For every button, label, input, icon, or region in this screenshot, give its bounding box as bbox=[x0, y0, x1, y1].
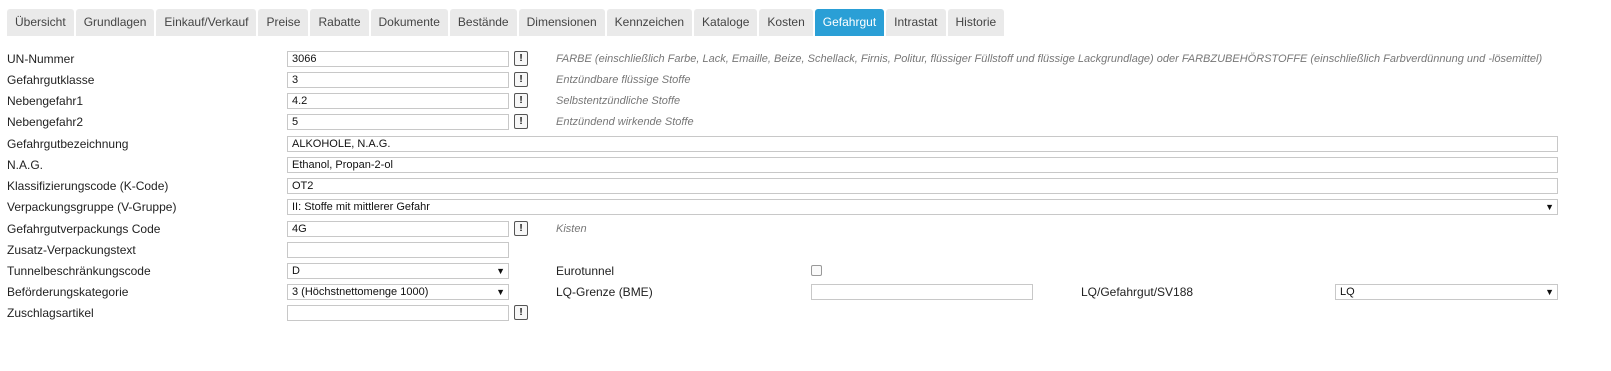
un-nummer-field[interactable]: 3066 bbox=[287, 51, 509, 67]
kcode-field[interactable]: OT2 bbox=[287, 178, 1558, 194]
verpackungscode-description: Kisten bbox=[556, 223, 587, 235]
vgruppe-select-value: II: Stoffe mit mittlerer Gefahr bbox=[292, 201, 430, 213]
tab-dimensionen[interactable]: Dimensionen bbox=[518, 9, 605, 36]
eurotunnel-label: Eurotunnel bbox=[556, 264, 615, 278]
chevron-down-icon: ▼ bbox=[496, 266, 505, 276]
un-nummer-label: UN-Nummer bbox=[7, 52, 75, 66]
lq-sv188-label: LQ/Gefahrgut/SV188 bbox=[1081, 285, 1194, 299]
tab-kosten[interactable]: Kosten bbox=[759, 9, 813, 36]
zuschlagsartikel-field[interactable] bbox=[287, 305, 509, 321]
tab-dokumente[interactable]: Dokumente bbox=[370, 9, 448, 36]
tab-historie[interactable]: Historie bbox=[947, 9, 1005, 36]
gefahrgutklasse-description: Entzündbare flüssige Stoffe bbox=[556, 74, 691, 86]
nebengefahr1-label: Nebengefahr1 bbox=[7, 94, 84, 108]
befoerderung-label: Beförderungskategorie bbox=[7, 285, 129, 299]
tab-preise[interactable]: Preise bbox=[258, 9, 309, 36]
tab-kataloge[interactable]: Kataloge bbox=[694, 9, 758, 36]
nebengefahr2-description: Entzündend wirkende Stoffe bbox=[556, 116, 694, 128]
tab-rabatte[interactable]: Rabatte bbox=[310, 9, 369, 36]
vgruppe-label: Verpackungsgruppe (V-Gruppe) bbox=[7, 200, 177, 214]
un-nummer-description: FARBE (einschließlich Farbe, Lack, Email… bbox=[556, 53, 1543, 65]
tab-gefahrgut[interactable]: Gefahrgut bbox=[814, 9, 885, 36]
zusatztext-label: Zusatz-Verpackungstext bbox=[7, 243, 136, 257]
vgruppe-select[interactable]: II: Stoffe mit mittlerer Gefahr ▼ bbox=[287, 199, 1558, 215]
lq-grenze-field[interactable] bbox=[811, 284, 1033, 300]
chevron-down-icon: ▼ bbox=[1545, 202, 1554, 212]
nag-field[interactable]: Ethanol, Propan-2-ol bbox=[287, 157, 1558, 173]
tab-kennzeichen[interactable]: Kennzeichen bbox=[606, 9, 693, 36]
tab-grundlagen[interactable]: Grundlagen bbox=[75, 9, 155, 36]
zuschlagsartikel-label: Zuschlagsartikel bbox=[7, 306, 94, 320]
tab-bestände[interactable]: Bestände bbox=[449, 9, 517, 36]
tunnel-select[interactable]: D ▼ bbox=[287, 263, 509, 279]
nebengefahr2-label: Nebengefahr2 bbox=[7, 115, 84, 129]
nebengefahr2-field[interactable]: 5 bbox=[287, 114, 509, 130]
tab-bar: Übersicht Grundlagen Einkauf/Verkauf Preise… bbox=[7, 9, 1006, 36]
tab-übersicht[interactable]: Übersicht bbox=[7, 9, 74, 36]
verpackungscode-label: Gefahrgutverpackungs Code bbox=[7, 222, 161, 236]
nebengefahr1-info-button[interactable]: ! bbox=[514, 93, 528, 108]
lq-grenze-label: LQ-Grenze (BME) bbox=[556, 285, 653, 299]
zusatztext-field[interactable] bbox=[287, 242, 509, 258]
chevron-down-icon: ▼ bbox=[496, 287, 505, 297]
gefahrgutbezeichnung-field[interactable]: ALKOHOLE, N.A.G. bbox=[287, 136, 1558, 152]
gefahrgutklasse-label: Gefahrgutklasse bbox=[7, 73, 95, 87]
chevron-down-icon: ▼ bbox=[1545, 287, 1554, 297]
tunnel-label: Tunnelbeschränkungscode bbox=[7, 264, 151, 278]
tab-intrastat[interactable]: Intrastat bbox=[886, 9, 946, 36]
gefahrgutbezeichnung-label: Gefahrgutbezeichnung bbox=[7, 137, 129, 151]
gefahrgutklasse-field[interactable]: 3 bbox=[287, 72, 509, 88]
gefahrgutklasse-info-button[interactable]: ! bbox=[514, 72, 528, 87]
lq-sv188-select-value: LQ bbox=[1340, 286, 1355, 298]
nag-label: N.A.G. bbox=[7, 158, 44, 172]
nebengefahr1-description: Selbstentzündliche Stoffe bbox=[556, 95, 681, 107]
verpackungscode-field[interactable]: 4G bbox=[287, 221, 509, 237]
eurotunnel-checkbox[interactable] bbox=[811, 265, 822, 276]
kcode-label: Klassifizierungscode (K-Code) bbox=[7, 179, 169, 193]
lq-sv188-select[interactable]: LQ ▼ bbox=[1335, 284, 1558, 300]
befoerderung-select[interactable]: 3 (Höchstnettomenge 1000) ▼ bbox=[287, 284, 509, 300]
tunnel-select-value: D bbox=[292, 265, 300, 277]
verpackungscode-info-button[interactable]: ! bbox=[514, 221, 528, 236]
nebengefahr2-info-button[interactable]: ! bbox=[514, 114, 528, 129]
un-nummer-info-button[interactable]: ! bbox=[514, 51, 528, 66]
tab-einkauf-verkauf[interactable]: Einkauf/Verkauf bbox=[156, 9, 257, 36]
nebengefahr1-field[interactable]: 4.2 bbox=[287, 93, 509, 109]
zuschlagsartikel-info-button[interactable]: ! bbox=[514, 305, 528, 320]
befoerderung-select-value: 3 (Höchstnettomenge 1000) bbox=[292, 286, 429, 298]
